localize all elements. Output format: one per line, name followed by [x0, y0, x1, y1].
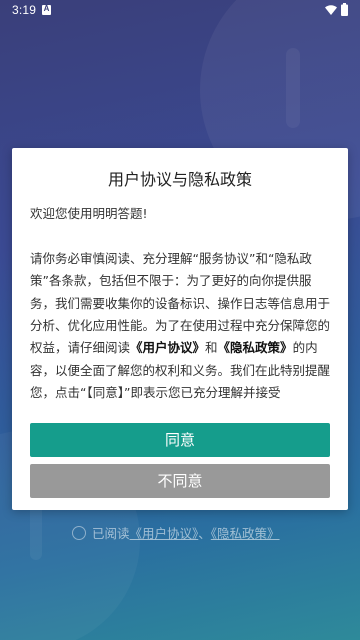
privacy-policy-link[interactable]: 《隐私政策》 — [218, 340, 293, 355]
status-bar: 3:19 A — [0, 0, 360, 22]
agreement-text: 已阅读《用户协议》、《隐私政策》 — [92, 524, 280, 544]
notification-letter: A — [43, 4, 50, 13]
a-notification-icon: A — [42, 4, 51, 15]
agreement-prefix: 已阅读 — [92, 526, 130, 541]
dialog-body-text: 请你务必审慎阅读、充分理解“服务协议”和“隐私政策”各条款，包括但不限于：为了更… — [30, 248, 332, 405]
agreement-privacy-policy-link[interactable]: 《隐私政策》 — [211, 526, 280, 541]
privacy-dialog: 用户协议与隐私政策 欢迎您使用明明答题! 请你务必审慎阅读、充分理解“服务协议”… — [12, 148, 348, 510]
agreement-radio[interactable] — [72, 526, 86, 540]
agreement-user-agreement-link[interactable]: 《用户协议》 — [130, 526, 199, 541]
user-agreement-link[interactable]: 《用户协议》 — [130, 340, 205, 355]
body-text-and: 和 — [205, 340, 218, 356]
agree-button[interactable]: 同意 — [30, 423, 330, 457]
wifi-icon — [325, 5, 337, 15]
background-decoration — [286, 48, 300, 128]
dialog-body: 欢迎您使用明明答题! 请你务必审慎阅读、充分理解“服务协议”和“隐私政策”各条款… — [30, 203, 332, 447]
dialog-greeting: 欢迎您使用明明答题! — [30, 206, 148, 221]
agreement-separator: 、 — [198, 526, 211, 541]
dialog-title: 用户协议与隐私政策 — [107, 170, 252, 189]
battery-icon — [341, 3, 348, 16]
status-time: 3:19 — [12, 3, 37, 17]
disagree-button[interactable]: 不同意 — [30, 464, 330, 498]
